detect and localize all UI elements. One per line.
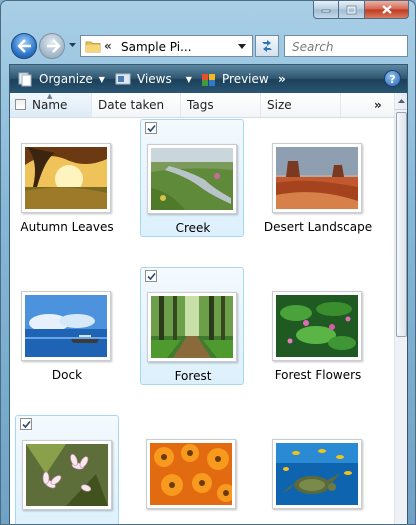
file-name-label[interactable]: Desert Landscape bbox=[256, 220, 380, 234]
orange-flowers-image bbox=[150, 443, 232, 505]
scrollbar-thumb[interactable] bbox=[396, 112, 407, 337]
command-bar: Organize ▼ Views ▼ Preview » ? bbox=[9, 64, 408, 93]
file-name-label[interactable]: Autumn Leaves bbox=[10, 220, 129, 234]
file-tile-autumn-leaves[interactable]: Autumn Leaves bbox=[15, 119, 119, 237]
file-tile-desert-landscape[interactable]: Desert Landscape bbox=[264, 119, 372, 237]
file-tile-sea-turtle[interactable] bbox=[266, 415, 370, 524]
scroll-up-arrow-icon bbox=[398, 99, 405, 103]
caption-buttons bbox=[313, 1, 409, 19]
more-commands-button[interactable]: » bbox=[278, 70, 286, 88]
thumbnail-autumn-leaves bbox=[21, 143, 111, 213]
photo-gallery-icon bbox=[202, 74, 215, 86]
vertical-scrollbar[interactable] bbox=[394, 93, 407, 524]
column-header-tags[interactable]: Tags bbox=[181, 93, 261, 117]
thumbnail-forest bbox=[147, 292, 237, 362]
organize-menu-button[interactable]: Organize ▼ bbox=[17, 70, 105, 88]
preview-label: Preview bbox=[222, 72, 269, 86]
thumbnail-forest-flowers bbox=[272, 291, 362, 361]
refresh-button[interactable] bbox=[255, 35, 279, 57]
file-tile-dock[interactable]: Dock bbox=[15, 267, 119, 385]
item-checkbox[interactable] bbox=[145, 122, 157, 134]
back-button[interactable] bbox=[11, 33, 37, 59]
checkmark-icon bbox=[22, 420, 31, 429]
sea-turtle-image bbox=[276, 443, 358, 505]
preview-button[interactable]: Preview bbox=[201, 70, 269, 88]
dock-image bbox=[25, 295, 107, 357]
file-tile-orange-flowers[interactable] bbox=[140, 415, 244, 524]
file-tile-frangipani-flowers[interactable] bbox=[15, 415, 119, 524]
file-tile-forest-flowers[interactable]: Forest Flowers bbox=[266, 267, 370, 385]
frangipani-flowers-image bbox=[26, 444, 108, 506]
organize-icon bbox=[18, 72, 32, 87]
column-header-name-label: Name bbox=[32, 98, 68, 112]
views-dropdown-icon: ▼ bbox=[185, 74, 192, 84]
more-columns-button[interactable]: » bbox=[374, 93, 382, 117]
forward-button[interactable] bbox=[39, 33, 65, 59]
close-icon bbox=[381, 5, 392, 14]
file-tile-forest[interactable]: Forest bbox=[140, 267, 244, 385]
breadcrumb-chevron[interactable]: « bbox=[104, 39, 112, 53]
organize-label: Organize bbox=[39, 72, 93, 86]
select-all-checkbox[interactable] bbox=[15, 99, 26, 110]
creek-image bbox=[151, 148, 233, 210]
minimize-icon bbox=[321, 9, 331, 12]
file-name-label[interactable]: Creek bbox=[131, 221, 255, 235]
thumbnail-orange-flowers bbox=[146, 439, 236, 509]
desert-landscape-image bbox=[276, 147, 358, 209]
minimize-button[interactable] bbox=[313, 1, 339, 19]
file-name-label[interactable]: Forest bbox=[131, 369, 255, 383]
title-bar[interactable] bbox=[1, 1, 415, 25]
folder-icon bbox=[85, 41, 101, 53]
file-name-label[interactable]: Forest Flowers bbox=[256, 368, 380, 382]
address-path[interactable]: Sample Pi... bbox=[121, 40, 192, 54]
search-input[interactable] bbox=[290, 37, 394, 57]
thumbnail-frangipani-flowers bbox=[22, 440, 112, 510]
column-header-date-taken[interactable]: Date taken bbox=[92, 93, 181, 117]
checkmark-icon bbox=[147, 124, 156, 133]
views-icon bbox=[115, 73, 131, 85]
item-checkbox[interactable] bbox=[20, 418, 32, 430]
checkmark-icon bbox=[147, 272, 156, 281]
thumbnail-desert-landscape bbox=[272, 143, 362, 213]
back-arrow-icon bbox=[17, 39, 31, 53]
thumbnail-sea-turtle bbox=[272, 439, 362, 509]
views-label: Views bbox=[137, 72, 172, 86]
file-tile-creek[interactable]: Creek bbox=[140, 119, 244, 237]
column-header-row: ▲ Name Date taken Tags Size » bbox=[10, 93, 394, 118]
sort-ascending-icon: ▲ bbox=[47, 93, 53, 100]
column-header-size[interactable]: Size bbox=[261, 93, 341, 117]
file-name-label[interactable]: Dock bbox=[10, 368, 129, 382]
navigation-bar: « Sample Pi... bbox=[1, 27, 415, 63]
forest-flowers-image bbox=[276, 295, 358, 357]
item-checkbox[interactable] bbox=[145, 270, 157, 282]
close-button[interactable] bbox=[365, 1, 409, 19]
thumbnail-dock bbox=[21, 291, 111, 361]
column-header-name[interactable]: ▲ Name bbox=[10, 93, 92, 117]
address-bar[interactable]: « Sample Pi... bbox=[80, 35, 253, 57]
refresh-icon bbox=[262, 40, 272, 52]
thumbnail-creek bbox=[147, 144, 237, 214]
file-list-view: ▲ Name Date taken Tags Size » Autumn Lea… bbox=[9, 93, 408, 524]
autumn-leaves-image bbox=[25, 147, 107, 209]
forward-arrow-icon bbox=[47, 39, 61, 53]
explorer-window: « Sample Pi... Organize ▼ bbox=[0, 0, 416, 525]
recent-pages-dropdown-icon[interactable] bbox=[68, 42, 77, 48]
scroll-up-button[interactable] bbox=[395, 93, 407, 110]
address-dropdown-icon[interactable] bbox=[238, 44, 246, 49]
views-menu-button[interactable]: Views ▼ bbox=[115, 70, 192, 88]
help-icon[interactable]: ? bbox=[384, 70, 401, 87]
maximize-button[interactable] bbox=[339, 1, 365, 19]
forest-image bbox=[151, 296, 233, 358]
search-box[interactable] bbox=[284, 35, 408, 57]
maximize-icon bbox=[346, 5, 357, 14]
organize-dropdown-icon: ▼ bbox=[98, 74, 105, 84]
